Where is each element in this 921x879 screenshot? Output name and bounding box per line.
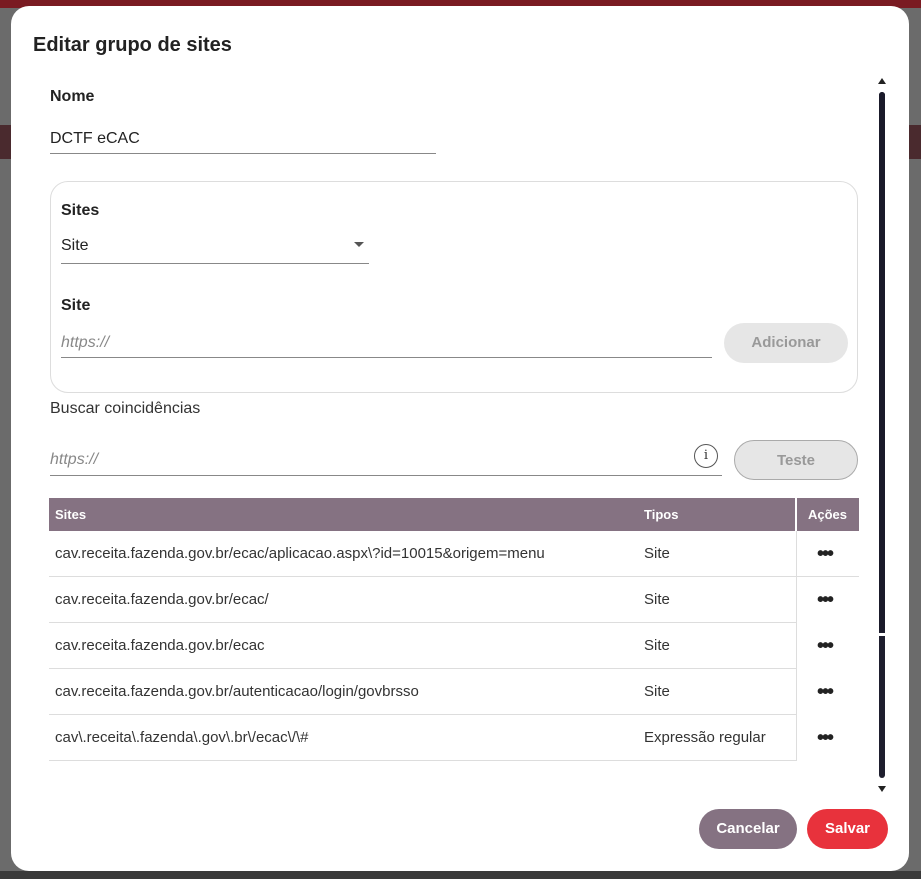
row-site: cav.receita.fazenda.gov.br/autenticacao/… <box>55 683 419 700</box>
backdrop-bottom <box>0 871 921 879</box>
info-icon[interactable]: i <box>694 444 718 468</box>
row-type: Site <box>644 591 670 608</box>
row-divider <box>796 715 797 761</box>
row-type: Site <box>644 637 670 654</box>
site-url-input[interactable] <box>61 328 712 358</box>
save-button[interactable]: Salvar <box>807 809 888 849</box>
row-type: Site <box>644 545 670 562</box>
test-button[interactable]: Teste <box>734 440 858 480</box>
scrollbar-track[interactable] <box>879 92 885 778</box>
scrollbar-thumb-end <box>879 633 885 636</box>
dialog-title: Editar grupo de sites <box>33 34 232 56</box>
row-actions-menu-icon[interactable]: ••• <box>817 543 834 566</box>
site-label: Site <box>61 297 91 314</box>
row-divider <box>796 577 797 623</box>
row-type: Site <box>644 683 670 700</box>
cancel-button[interactable]: Cancelar <box>699 809 797 849</box>
row-site: cav\.receita\.fazenda\.gov\.br\/ecac\/\# <box>55 729 309 746</box>
row-divider <box>796 669 797 715</box>
row-divider <box>796 531 797 577</box>
table-row: cav\.receita\.fazenda\.gov\.br\/ecac\/\#… <box>49 715 859 761</box>
chevron-down-icon <box>354 242 364 247</box>
row-site: cav.receita.fazenda.gov.br/ecac/ <box>55 591 269 608</box>
row-actions-menu-icon[interactable]: ••• <box>817 635 834 658</box>
row-site: cav.receita.fazenda.gov.br/ecac/aplicaca… <box>55 545 545 562</box>
row-actions-menu-icon[interactable]: ••• <box>817 727 834 750</box>
search-url-input[interactable] <box>50 444 722 476</box>
table-row: cav.receita.fazenda.gov.br/ecac/aplicaca… <box>49 531 859 577</box>
sites-label: Sites <box>61 202 100 219</box>
site-type-select[interactable]: Site <box>61 230 369 264</box>
sites-table: Sites Tipos Ações cav.receita.fazenda.go… <box>49 498 859 761</box>
row-site: cav.receita.fazenda.gov.br/ecac <box>55 637 265 654</box>
search-label: Buscar coincidências <box>50 400 201 417</box>
name-label: Nome <box>50 88 95 105</box>
table-row: cav.receita.fazenda.gov.br/autenticacao/… <box>49 669 859 715</box>
scroll-up-arrow-icon[interactable] <box>878 78 886 84</box>
vertical-scrollbar[interactable] <box>877 78 887 792</box>
row-actions-menu-icon[interactable]: ••• <box>817 681 834 704</box>
header-divider <box>795 498 797 531</box>
header-types: Tipos <box>644 507 679 522</box>
dialog-scroll-area[interactable]: Nome Sites Site Site Adicionar Buscar co… <box>11 76 909 796</box>
row-actions-menu-icon[interactable]: ••• <box>817 589 834 612</box>
add-site-button[interactable]: Adicionar <box>724 323 848 363</box>
table-header: Sites Tipos Ações <box>49 498 859 531</box>
header-actions: Ações <box>808 507 848 522</box>
scroll-down-arrow-icon[interactable] <box>878 786 886 792</box>
name-input[interactable] <box>50 124 436 154</box>
sites-panel: Sites Site Site Adicionar <box>50 181 858 393</box>
scrollbar-thumb[interactable] <box>879 92 885 632</box>
table-row: cav.receita.fazenda.gov.br/ecac Site ••• <box>49 623 859 669</box>
row-divider <box>796 623 797 669</box>
site-type-select-value: Site <box>61 237 89 254</box>
header-sites: Sites <box>55 507 87 522</box>
row-type: Expressão regular <box>644 729 766 746</box>
table-row: cav.receita.fazenda.gov.br/ecac/ Site ••… <box>49 577 859 623</box>
edit-site-group-dialog: Editar grupo de sites Nome Sites Site Si… <box>11 6 909 871</box>
row-separator <box>49 760 797 761</box>
